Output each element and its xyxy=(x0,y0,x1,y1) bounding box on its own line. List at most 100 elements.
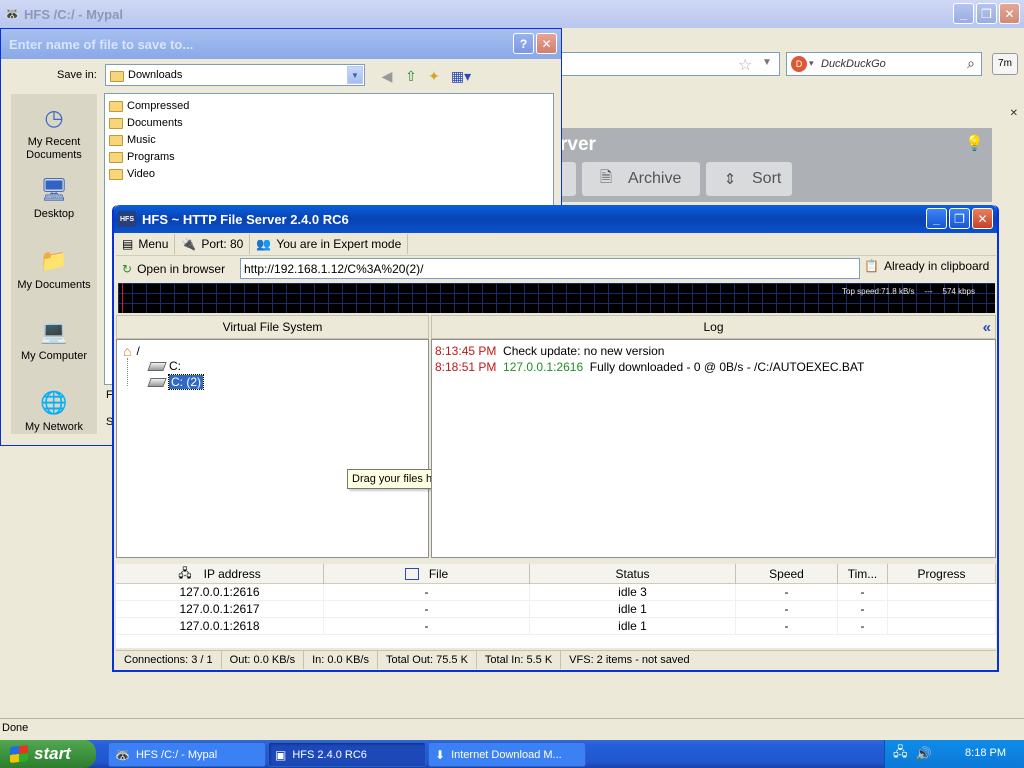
cell-time: - xyxy=(838,618,888,634)
address-dropdown-icon[interactable]: ▼ xyxy=(762,57,772,68)
list-item[interactable]: Music xyxy=(109,131,553,148)
page-button-hidden[interactable] xyxy=(560,162,576,196)
mode-label: You are in Expert mode xyxy=(276,237,402,251)
lightbulb-icon[interactable]: 💡 xyxy=(965,134,984,152)
clipboard-button[interactable]: 📋 Already in clipboard xyxy=(864,259,989,273)
view-menu-icon[interactable]: ▦▾ xyxy=(449,66,473,86)
clipboard-icon: 📋 xyxy=(864,259,879,273)
save-dialog-titlebar: Enter name of file to save to... ? ✕ xyxy=(1,29,561,59)
help-button[interactable]: ? xyxy=(513,33,534,54)
place-desktop[interactable]: 🖥 Desktop xyxy=(11,172,97,221)
network-tray-icon[interactable]: 🖧 xyxy=(893,743,908,765)
task-hfs[interactable]: ▣ HFS 2.4.0 RC6 xyxy=(268,742,426,767)
windows-flag-icon xyxy=(10,745,28,763)
place-recent[interactable]: ◷ My Recent Documents xyxy=(11,100,97,162)
clipboard-label: Already in clipboard xyxy=(883,259,990,273)
task-mypal[interactable]: 🦝 HFS /C:/ - Mypal xyxy=(108,742,266,767)
sort-icon: ⇕ xyxy=(723,171,737,188)
duckduckgo-icon[interactable]: D xyxy=(791,56,807,72)
folder-icon xyxy=(109,152,123,163)
col-progress[interactable]: Progress xyxy=(888,564,996,584)
desktop-icon: 🖥 xyxy=(40,176,68,202)
zoom-button[interactable]: 7m xyxy=(992,53,1018,75)
table-row[interactable]: 127.0.0.1:2617 - idle 1 - - xyxy=(116,601,996,618)
menu-button[interactable]: ▤ Menu xyxy=(116,234,176,254)
list-item[interactable]: Compressed xyxy=(109,97,553,114)
collapse-icon[interactable]: « xyxy=(983,317,991,339)
log-line: 8:18:51 PM 127.0.0.1:2616 Fully download… xyxy=(435,360,992,376)
open-in-browser-button[interactable]: ↻ Open in browser xyxy=(116,259,231,279)
file-icon xyxy=(404,568,419,580)
cell-time: - xyxy=(838,584,888,600)
place-my-documents[interactable]: 📁 My Documents xyxy=(11,243,97,292)
hfs-maximize-button[interactable]: ❐ xyxy=(949,208,970,229)
page-title: rver xyxy=(560,134,596,155)
plug-icon: 🔌 xyxy=(181,237,197,251)
refresh-icon: ↻ xyxy=(122,262,133,276)
search-engine-dropdown-icon[interactable]: ▾ xyxy=(809,58,814,69)
port-button[interactable]: 🔌 Port: 80 xyxy=(175,234,251,254)
folder-name: Compressed xyxy=(127,99,190,112)
cell-progress xyxy=(888,601,996,617)
hfs-minimize-button[interactable]: _ xyxy=(926,208,947,229)
clock: 8:18 PM xyxy=(965,747,1006,759)
chevron-down-icon[interactable]: ▼ xyxy=(347,66,363,84)
status-connections: Connections: 3 / 1 xyxy=(116,651,222,669)
vfs-tree[interactable]: ⌂ / C: C: (2) xyxy=(116,339,429,558)
list-item[interactable]: Programs xyxy=(109,148,553,165)
list-item[interactable]: Video xyxy=(109,165,553,182)
places-bar: ◷ My Recent Documents 🖥 Desktop 📁 My Doc… xyxy=(11,94,97,434)
place-my-network[interactable]: 🌐 My Network xyxy=(11,385,97,434)
tree-item-selected[interactable]: C: (2) xyxy=(147,374,204,390)
log-text: Fully downloaded - 0 @ 0B/s - /C:/AUTOEX… xyxy=(589,360,865,374)
table-row[interactable]: 127.0.0.1:2616 - idle 3 - - xyxy=(116,584,996,601)
maximize-button[interactable]: ❐ xyxy=(976,3,997,24)
new-folder-icon[interactable]: ✦ xyxy=(424,66,444,86)
save-in-value: Downloads xyxy=(128,69,183,81)
archive-button[interactable]: 🗎 Archive xyxy=(582,162,700,196)
tree-item-label: C: xyxy=(169,359,181,373)
col-status[interactable]: Status xyxy=(530,564,736,584)
bookmark-star-icon[interactable]: ☆ xyxy=(738,55,752,75)
start-button[interactable]: start xyxy=(0,740,96,768)
back-icon[interactable]: ◀ xyxy=(377,66,397,86)
hfs-close-button[interactable]: ✕ xyxy=(972,208,993,229)
volume-tray-icon[interactable]: 🔊 xyxy=(916,746,932,762)
close-button[interactable]: ✕ xyxy=(999,3,1020,24)
log-panel[interactable]: 8:13:45 PM Check update: no new version … xyxy=(431,339,996,558)
url-field[interactable]: http://192.168.1.12/C%3A%20(2)/ xyxy=(240,258,860,279)
cell-file: - xyxy=(324,584,530,600)
search-icon[interactable]: ⌕ xyxy=(967,55,975,72)
save-in-select[interactable]: Downloads ▼ xyxy=(105,64,365,86)
browser-status-text: Done xyxy=(2,722,29,734)
place-my-computer[interactable]: 💻 My Computer xyxy=(11,314,97,363)
folder-name: Programs xyxy=(127,150,175,163)
sidebar-close-icon[interactable]: ✕ xyxy=(1010,108,1018,119)
table-row[interactable]: 127.0.0.1:2618 - idle 1 - - xyxy=(116,618,996,635)
col-speed[interactable]: Speed xyxy=(736,564,838,584)
connections-header: 🖧 IP address File Status Speed Tim... Pro… xyxy=(116,564,996,584)
address-bar[interactable]: ☆ ▼ xyxy=(560,52,780,76)
sort-button[interactable]: ⇕ Sort xyxy=(706,162,792,196)
dialog-close-button[interactable]: ✕ xyxy=(536,33,557,54)
search-box[interactable]: D ▾ DuckDuckGo ⌕ xyxy=(786,52,982,76)
minimize-button[interactable]: _ xyxy=(953,3,974,24)
cell-ip: 127.0.0.1:2616 xyxy=(116,584,324,600)
port-label: Port: 80 xyxy=(201,237,244,251)
start-label: start xyxy=(34,744,71,763)
col-file[interactable]: File xyxy=(324,564,530,584)
tree-item[interactable]: C: xyxy=(147,359,181,373)
tree-root[interactable]: ⌂ / xyxy=(123,343,140,359)
mode-button[interactable]: 👥 You are in Expert mode xyxy=(250,234,409,254)
log-header: Log « xyxy=(431,315,996,339)
archive-label: Archive xyxy=(628,170,682,187)
log-time: 8:13:45 PM xyxy=(435,344,497,358)
status-vfs[interactable]: VFS: 2 items - not saved xyxy=(561,651,697,669)
col-time[interactable]: Tim... xyxy=(838,564,888,584)
list-item[interactable]: Documents xyxy=(109,114,553,131)
col-ip[interactable]: 🖧 IP address xyxy=(116,564,324,584)
up-folder-icon[interactable]: ⇧ xyxy=(401,66,421,86)
recent-documents-icon: ◷ xyxy=(44,104,64,130)
connections-table: 127.0.0.1:2616 - idle 3 - - 127.0.0.1:26… xyxy=(116,584,996,648)
task-idm[interactable]: ⬇ Internet Download M... xyxy=(428,742,586,767)
